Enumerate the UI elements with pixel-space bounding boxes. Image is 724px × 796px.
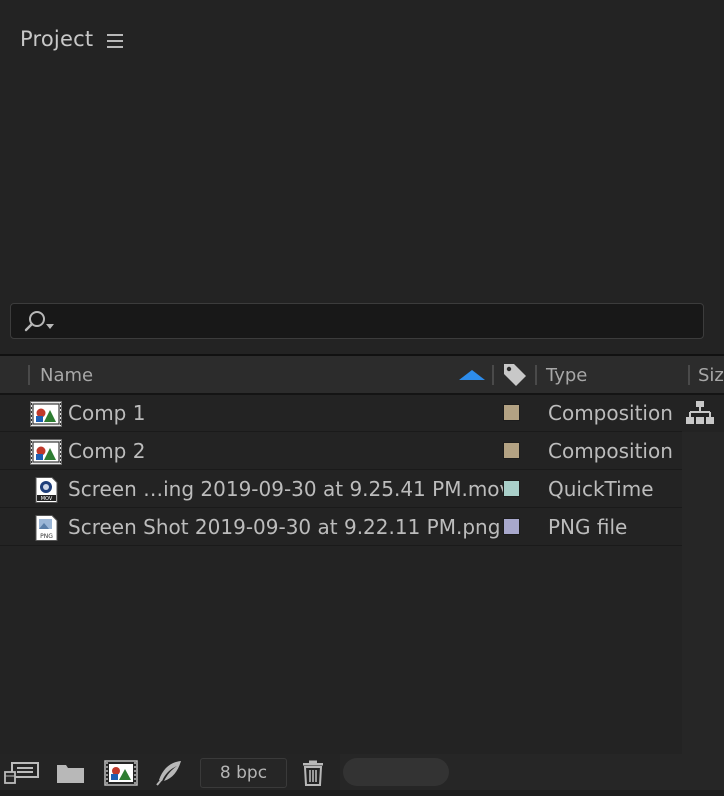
panel-menu-icon[interactable] bbox=[107, 33, 125, 49]
svg-text:MOV: MOV bbox=[41, 496, 53, 502]
panel-title: Project bbox=[20, 27, 94, 51]
label-color-swatch[interactable] bbox=[503, 442, 520, 459]
composition-icon bbox=[30, 401, 62, 427]
horizontal-scrollbar[interactable] bbox=[343, 758, 449, 786]
panel-header: Project bbox=[0, 0, 724, 80]
mov-file-icon: MOV bbox=[35, 477, 58, 503]
column-header-size[interactable]: Siz bbox=[698, 365, 724, 386]
item-type: Composition bbox=[548, 401, 673, 425]
flowchart-icon[interactable] bbox=[686, 401, 714, 425]
item-name: Comp 1 bbox=[68, 401, 146, 425]
item-name: Screen …ing 2019-09-30 at 9.25.41 PM.mov bbox=[68, 477, 512, 501]
column-header-type[interactable]: Type bbox=[546, 365, 587, 386]
bottom-edge bbox=[0, 790, 724, 796]
item-name: Comp 2 bbox=[68, 439, 146, 463]
list-item[interactable]: MOV Screen …ing 2019-09-30 at 9.25.41 PM… bbox=[0, 471, 682, 508]
interpret-footage-icon[interactable] bbox=[4, 760, 40, 786]
trash-icon[interactable] bbox=[301, 760, 325, 786]
search-icon[interactable] bbox=[23, 309, 69, 335]
column-separator[interactable] bbox=[535, 365, 537, 385]
new-composition-icon[interactable] bbox=[104, 760, 138, 786]
column-separator[interactable] bbox=[28, 365, 30, 385]
column-header-row: Name Type Siz bbox=[0, 356, 724, 395]
scroll-region bbox=[682, 432, 724, 758]
composition-icon bbox=[30, 439, 62, 465]
column-header-name[interactable]: Name bbox=[40, 365, 93, 386]
item-name: Screen Shot 2019-09-30 at 9.22.11 PM.png bbox=[68, 515, 501, 539]
label-tag-icon[interactable] bbox=[502, 361, 528, 387]
new-folder-icon[interactable] bbox=[56, 760, 86, 786]
svg-text:PNG: PNG bbox=[40, 533, 53, 540]
item-type: QuickTime bbox=[548, 477, 654, 501]
label-color-swatch[interactable] bbox=[503, 404, 520, 421]
list-item[interactable]: PNG Screen Shot 2019-09-30 at 9.22.11 PM… bbox=[0, 509, 682, 546]
column-separator[interactable] bbox=[492, 365, 494, 385]
label-color-swatch[interactable] bbox=[503, 518, 520, 535]
quill-icon[interactable] bbox=[155, 760, 183, 786]
bpc-button[interactable]: 8 bpc bbox=[200, 758, 287, 788]
list-item[interactable]: Comp 2 Composition bbox=[0, 433, 682, 470]
search-input[interactable] bbox=[10, 303, 704, 339]
list-item[interactable]: Comp 1 Composition bbox=[0, 395, 682, 432]
sort-ascending-icon[interactable] bbox=[459, 369, 485, 381]
item-type: PNG file bbox=[548, 515, 628, 539]
label-color-swatch[interactable] bbox=[503, 480, 520, 497]
item-type: Composition bbox=[548, 439, 673, 463]
png-file-icon: PNG bbox=[35, 515, 58, 541]
column-separator[interactable] bbox=[688, 365, 690, 385]
